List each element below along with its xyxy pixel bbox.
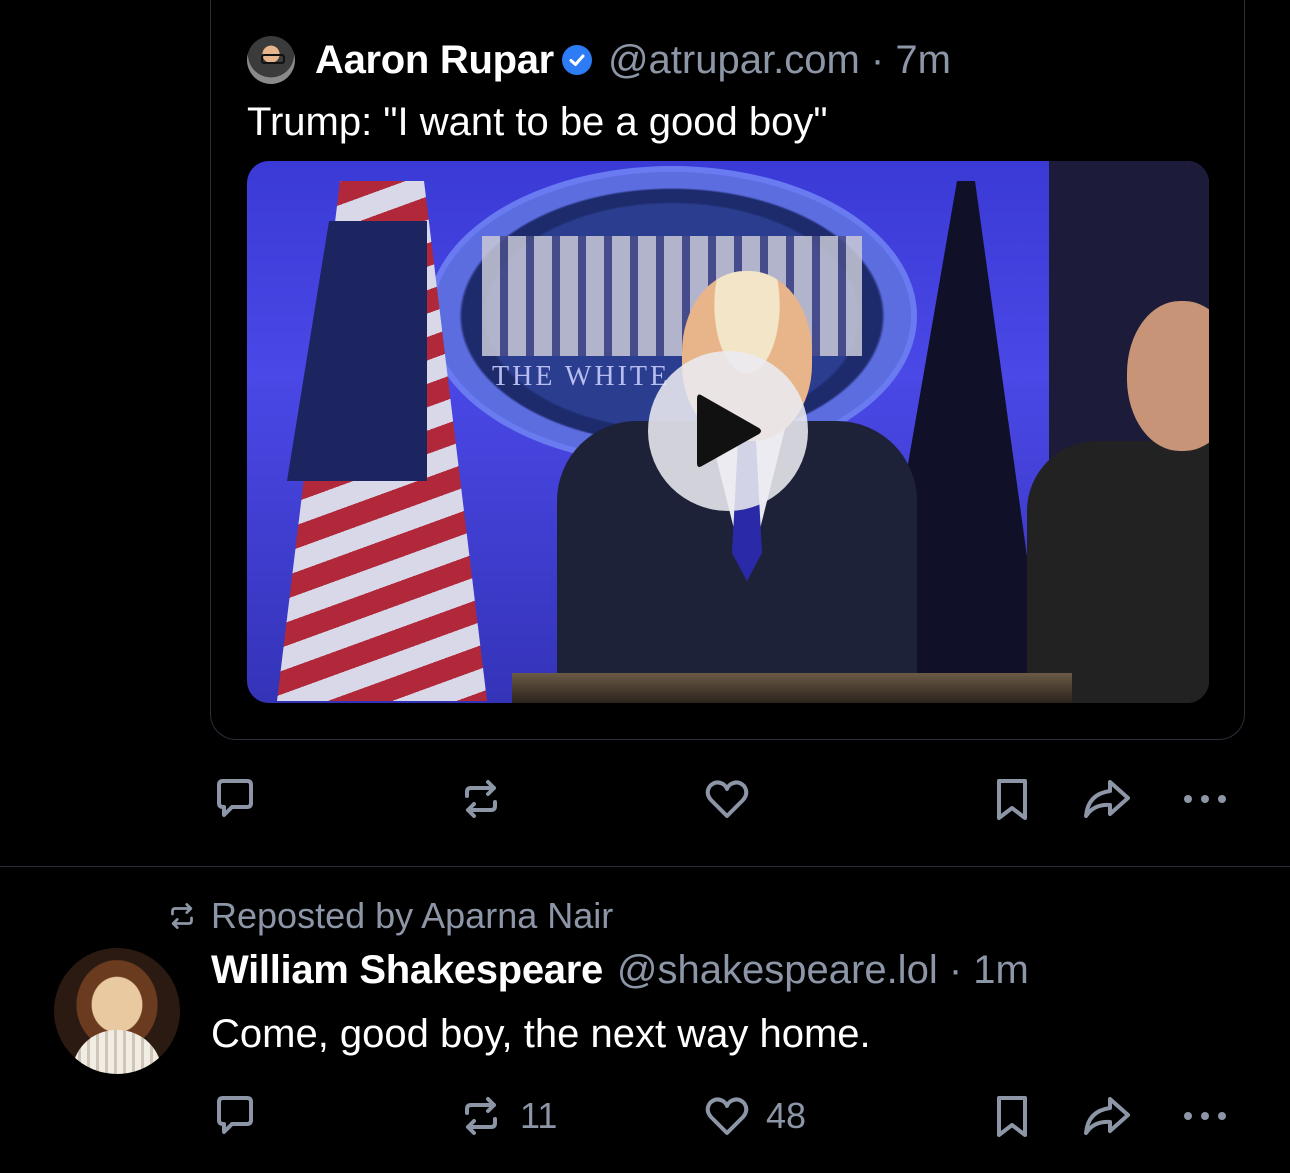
like-count: 48 [766, 1095, 807, 1136]
repost-icon [171, 903, 193, 929]
repost-count: 11 [520, 1095, 558, 1136]
bookmark-button[interactable] [987, 1091, 1037, 1141]
more-options-button[interactable] [1180, 1091, 1230, 1141]
repost-attribution[interactable]: Reposted by Aparna Nair [165, 893, 613, 939]
video-player[interactable]: THE WHITE [247, 161, 1209, 703]
post-actions [210, 774, 1240, 824]
play-icon [697, 394, 761, 467]
avatar[interactable] [247, 36, 295, 84]
repost-label: Reposted by Aparna Nair [211, 895, 614, 936]
person-right [1027, 301, 1209, 703]
like-button[interactable]: 48 [702, 1091, 806, 1141]
reply-button[interactable] [210, 1091, 274, 1141]
reply-icon [217, 779, 253, 817]
more-icon [1184, 795, 1226, 803]
quoted-post-text: Trump: "I want to be a good boy" [247, 100, 828, 144]
avatar[interactable] [54, 948, 180, 1074]
repost-icon [465, 780, 497, 818]
author-name[interactable]: Aaron Rupar [315, 38, 554, 83]
share-icon [1084, 1097, 1130, 1135]
share-button[interactable] [1080, 774, 1134, 824]
quoted-post-card[interactable]: Aaron Rupar @atrupar.com · 7m Trump: "I … [210, 0, 1245, 740]
reply-icon [217, 1096, 253, 1134]
play-button[interactable] [648, 351, 808, 511]
quoted-post-header: Aaron Rupar @atrupar.com · 7m [247, 36, 951, 84]
post-text: Come, good boy, the next way home. [211, 1012, 871, 1056]
feed: Aaron Rupar @atrupar.com · 7m Trump: "I … [0, 0, 1290, 1173]
more-options-button[interactable] [1180, 774, 1230, 824]
us-flag-canton [287, 221, 427, 481]
reply-button[interactable] [210, 774, 274, 824]
author-name[interactable]: William Shakespeare [211, 948, 603, 993]
heart-icon [705, 780, 749, 818]
like-button[interactable] [702, 774, 766, 824]
verified-badge-icon [561, 45, 592, 75]
share-icon [1084, 780, 1130, 818]
bookmark-icon [997, 779, 1027, 820]
author-handle-time[interactable]: @atrupar.com · 7m [608, 38, 951, 83]
repost-button[interactable]: 11 [456, 1091, 557, 1141]
post-header: William Shakespeare @shakespeare.lol · 1… [211, 948, 1029, 996]
share-button[interactable] [1080, 1091, 1134, 1141]
post-actions: 11 48 [210, 1091, 1240, 1141]
bookmark-icon [997, 1096, 1027, 1137]
more-icon [1184, 1112, 1226, 1120]
heart-icon [705, 1097, 749, 1135]
author-handle-time[interactable]: @shakespeare.lol · 1m [617, 948, 1029, 993]
podium [512, 673, 1072, 703]
bookmark-button[interactable] [987, 774, 1037, 824]
post-divider [0, 866, 1290, 867]
repost-button[interactable] [456, 774, 520, 824]
repost-icon [465, 1097, 497, 1135]
